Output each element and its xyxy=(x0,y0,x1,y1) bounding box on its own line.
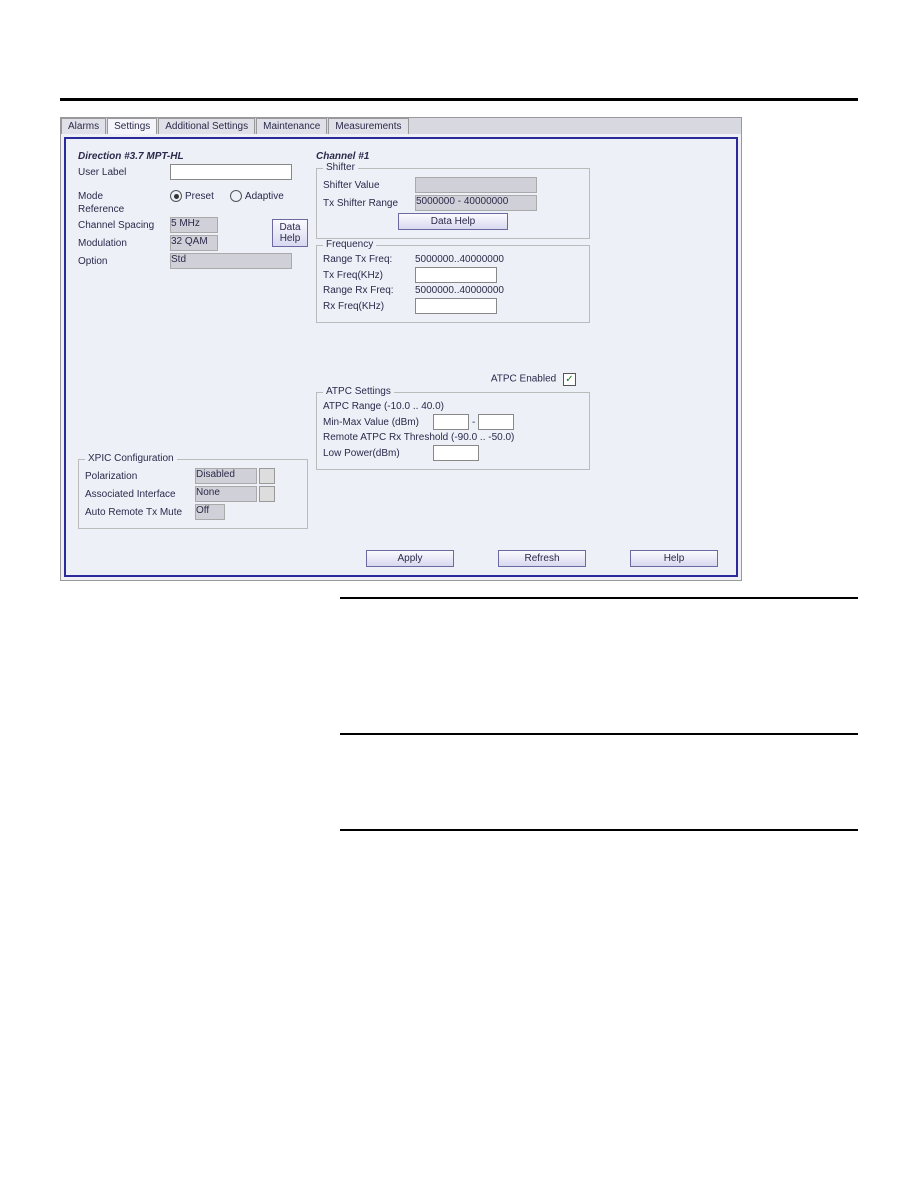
tx-shifter-range-value: 5000000 - 40000000 xyxy=(415,195,537,211)
direction-title: Direction #3.7 MPT-HL xyxy=(78,151,308,162)
auto-remote-label: Auto Remote Tx Mute xyxy=(85,507,195,518)
radio-adaptive[interactable]: Adaptive xyxy=(230,190,284,202)
tx-shifter-range-label: Tx Shifter Range xyxy=(323,198,415,209)
range-tx-value: 5000000..40000000 xyxy=(415,254,504,265)
chevron-down-icon[interactable] xyxy=(259,468,275,484)
help-button[interactable]: Help xyxy=(630,550,718,567)
option-value[interactable]: Std xyxy=(170,253,292,269)
radio-adaptive-label: Adaptive xyxy=(245,191,284,202)
assoc-interface-value[interactable]: None xyxy=(195,486,257,502)
data-help-button[interactable]: Data Help xyxy=(272,219,308,247)
mode-label: Mode xyxy=(78,191,170,202)
dash-separator: - xyxy=(472,417,475,428)
atpc-enabled-checkbox[interactable]: ✓ xyxy=(563,373,576,386)
shifter-value-label: Shifter Value xyxy=(323,180,415,191)
top-rule xyxy=(60,98,858,101)
section-rule-2 xyxy=(340,733,858,735)
apply-button[interactable]: Apply xyxy=(366,550,454,567)
tx-freq-label: Tx Freq(KHz) xyxy=(323,270,415,281)
range-rx-value: 5000000..40000000 xyxy=(415,285,504,296)
shifter-data-help-button[interactable]: Data Help xyxy=(398,213,508,230)
xpic-group-title: XPIC Configuration xyxy=(85,453,177,464)
minmax-label: Min-Max Value (dBm) xyxy=(323,417,433,428)
tab-maintenance[interactable]: Maintenance xyxy=(256,118,327,134)
document-page: manualshive.com Alarms Settings Addition… xyxy=(0,0,918,899)
atpc-range-label: ATPC Range (-10.0 .. 40.0) xyxy=(323,401,444,412)
channel-spacing-label: Channel Spacing xyxy=(78,220,170,231)
left-column: Direction #3.7 MPT-HL User Label Mode Pr… xyxy=(74,147,312,567)
rx-freq-label: Rx Freq(KHz) xyxy=(323,301,415,312)
right-column: Channel #1 Shifter Shifter Value Tx Shif… xyxy=(312,147,728,567)
remote-thresh-label: Remote ATPC Rx Threshold (-90.0 .. -50.0… xyxy=(323,432,514,443)
atpc-enabled-label: ATPC Enabled xyxy=(491,374,556,385)
shifter-group-title: Shifter xyxy=(323,162,358,173)
radio-preset[interactable]: Preset xyxy=(170,190,214,202)
low-power-input[interactable] xyxy=(433,445,479,461)
tab-alarms[interactable]: Alarms xyxy=(61,118,106,134)
reference-label: Reference xyxy=(78,204,124,215)
browse-icon[interactable] xyxy=(259,486,275,502)
atpc-group-title: ATPC Settings xyxy=(323,386,394,397)
range-rx-label: Range Rx Freq: xyxy=(323,285,415,296)
frequency-group-title: Frequency xyxy=(323,239,376,250)
button-bar: Apply Refresh Help xyxy=(366,550,718,567)
channel-spacing-value[interactable]: 5 MHz xyxy=(170,217,218,233)
rx-freq-input[interactable] xyxy=(415,298,497,314)
tab-bar: Alarms Settings Additional Settings Main… xyxy=(61,118,741,134)
assoc-interface-label: Associated Interface xyxy=(85,489,195,500)
range-tx-label: Range Tx Freq: xyxy=(323,254,415,265)
auto-remote-value[interactable]: Off xyxy=(195,504,225,520)
radio-preset-label: Preset xyxy=(185,191,214,202)
polarization-select[interactable]: Disabled xyxy=(195,468,257,484)
tab-settings[interactable]: Settings xyxy=(107,118,157,134)
user-label-label: User Label xyxy=(78,167,170,178)
user-label-input[interactable] xyxy=(170,164,292,180)
tab-additional-settings[interactable]: Additional Settings xyxy=(158,118,255,134)
modulation-label: Modulation xyxy=(78,238,170,249)
tx-freq-input[interactable] xyxy=(415,267,497,283)
modulation-value[interactable]: 32 QAM xyxy=(170,235,218,251)
low-power-label: Low Power(dBm) xyxy=(323,448,433,459)
channel-title: Channel #1 xyxy=(316,151,724,162)
refresh-button[interactable]: Refresh xyxy=(498,550,586,567)
section-rule-1 xyxy=(340,597,858,599)
min-value-input[interactable] xyxy=(433,414,469,430)
max-value-input[interactable] xyxy=(478,414,514,430)
polarization-label: Polarization xyxy=(85,471,195,482)
tab-measurements[interactable]: Measurements xyxy=(328,118,408,134)
settings-screenshot: manualshive.com Alarms Settings Addition… xyxy=(60,117,742,581)
section-rule-3 xyxy=(340,829,858,831)
option-label: Option xyxy=(78,256,170,267)
shifter-value-field[interactable] xyxy=(415,177,537,193)
panel-content: Direction #3.7 MPT-HL User Label Mode Pr… xyxy=(64,137,738,577)
